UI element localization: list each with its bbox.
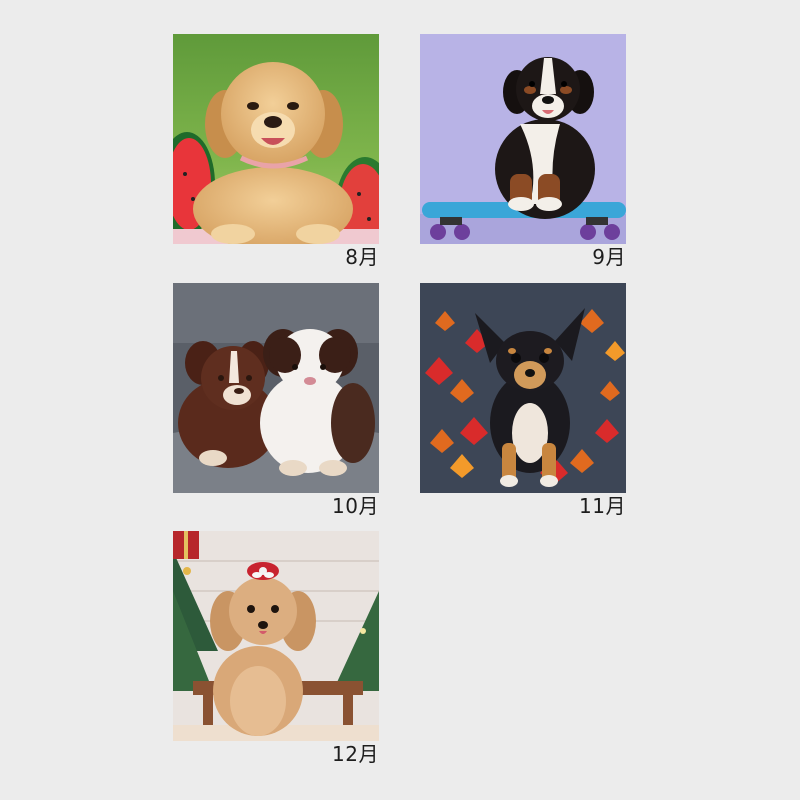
australian-shepherd-puppies-photo <box>173 283 379 493</box>
month-card-nov: 11月 <box>420 283 626 518</box>
month-label: 8月 <box>345 245 379 269</box>
month-label: 12月 <box>332 742 379 766</box>
golden-retriever-puppy-photo <box>173 34 379 244</box>
toy-poodle-christmas-photo <box>173 531 379 741</box>
month-label: 10月 <box>332 494 379 518</box>
month-label: 9月 <box>592 245 626 269</box>
month-label: 11月 <box>579 494 626 518</box>
month-card-sep: 9月 <box>420 34 626 269</box>
bernese-puppy-photo <box>420 34 626 244</box>
month-card-aug: 8月 <box>173 34 379 269</box>
month-card-oct: 10月 <box>173 283 379 518</box>
month-card-dec: 12月 <box>173 531 379 766</box>
chihuahua-autumn-photo <box>420 283 626 493</box>
